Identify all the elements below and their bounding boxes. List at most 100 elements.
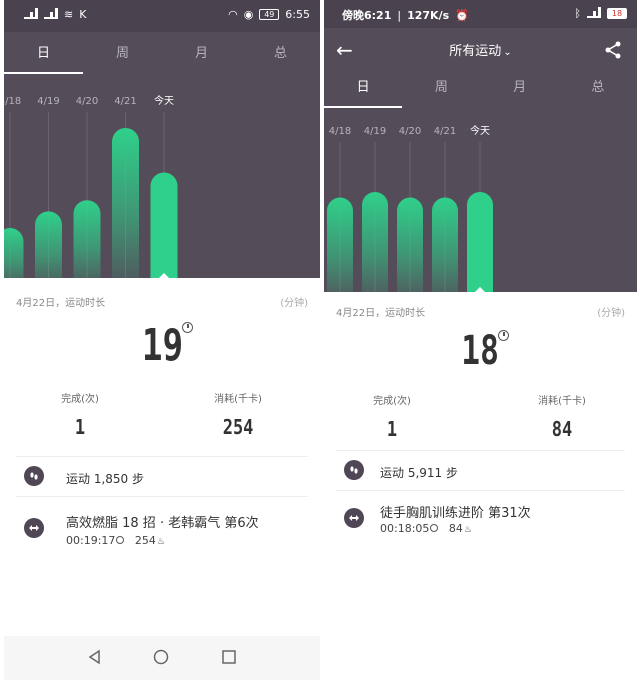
nav-bar: [4, 636, 320, 680]
flame-icon: ♨: [156, 537, 165, 547]
date-tick-label: 4/19: [364, 126, 386, 137]
stat-kcal: 消耗(千卡) 84: [538, 396, 586, 441]
status-sep: |: [397, 8, 402, 22]
date-label: 4月22日，运动时长: [16, 298, 106, 309]
clock-icon: [182, 322, 193, 333]
workout-icon: [24, 518, 44, 538]
wifi-icon: ≋: [64, 8, 74, 21]
bar-0[interactable]: [4, 228, 24, 278]
steps-text: 运动 1,850 步: [66, 472, 144, 486]
date-tick-label: 4/21: [114, 96, 136, 107]
tab-day[interactable]: 日: [4, 34, 83, 74]
stat-done: 完成(次) 1: [373, 396, 411, 441]
flame-icon: ♨: [463, 525, 472, 535]
workout-meta: 00:19:17 254♨: [66, 534, 165, 547]
workout-kcal: 84: [448, 522, 463, 535]
date-tick-label: 4/18: [329, 126, 351, 137]
date-tick-label: 4/19: [37, 96, 59, 107]
summary-section: 4月22日，运动时长 (分钟) 18 完成(次) 1 消耗(千卡) 84 运动 …: [324, 292, 637, 548]
daily-chart: 4/18 4/19 4/20 4/21 今天: [324, 114, 637, 292]
footprint-icon: [344, 460, 364, 480]
date-tick-label: 今天: [470, 124, 490, 137]
unit-label: (分钟): [280, 298, 308, 309]
workout-duration: 00:18:05: [380, 522, 430, 535]
home-nav-icon[interactable]: [152, 648, 170, 666]
workout-title[interactable]: 高效燃脂 18 招 · 老韩霸气 第6次: [66, 512, 259, 531]
footprint-icon: [24, 466, 44, 486]
tab-week[interactable]: 周: [402, 68, 480, 108]
recent-nav-icon[interactable]: [220, 648, 238, 666]
daily-chart: 4/18 4/19 4/20 4/21 今天: [4, 86, 320, 278]
status-left: ≋ K: [24, 8, 86, 21]
status-bar: ≋ K ◠ ◉ 49 6:55: [4, 0, 320, 32]
bar-2[interactable]: [73, 200, 101, 278]
workout-kcal: 254: [134, 534, 156, 547]
bar-chart: 4/18 4/19 4/20 4/21 今天: [327, 124, 493, 292]
tab-month[interactable]: 月: [481, 68, 559, 108]
header-title[interactable]: 所有运动 ⌄: [324, 40, 637, 59]
clock-small-icon: [116, 536, 125, 544]
app-bar: ← 所有运动 ⌄: [324, 30, 637, 72]
duration-value: 19: [141, 320, 183, 371]
signal-icon: [587, 7, 601, 18]
date-label: 4月22日，运动时长: [336, 308, 426, 319]
date-tick-label: 4/21: [434, 126, 456, 137]
eye-icon: ◉: [243, 8, 254, 21]
tab-total[interactable]: 总: [241, 34, 320, 74]
clock-icon: [498, 330, 509, 341]
bar-4[interactable]: [467, 192, 493, 292]
chevron-down-icon: ⌄: [503, 47, 512, 58]
alarm-icon: ⏰: [455, 8, 469, 22]
right-screen: 傍晚6:21 | 127K/s ⏰ ᛒ 18 ← 所有运动 ⌄ 日 周 月 总 4…: [324, 0, 637, 548]
divider: [16, 456, 308, 457]
tab-week[interactable]: 周: [83, 34, 162, 74]
bar-chart: 4/18 4/19 4/20 4/21 今天: [4, 94, 178, 278]
date-tick-label: 4/18: [4, 96, 21, 107]
status-left: 傍晚6:21 | 127K/s ⏰: [342, 7, 469, 23]
steps-text: 运动 5,911 步: [380, 466, 458, 480]
date-row: 4月22日，运动时长 (分钟): [16, 294, 308, 309]
status-time: 傍晚6:21: [342, 9, 392, 22]
bar-4[interactable]: [150, 172, 178, 278]
stat-kcal: 消耗(千卡) 254: [214, 394, 262, 439]
date-tick-label: 4/20: [76, 96, 98, 107]
bar-3[interactable]: [432, 197, 458, 292]
tab-day[interactable]: 日: [324, 68, 403, 108]
duration-value: 18: [461, 328, 500, 374]
headphone-icon: ◠: [228, 8, 238, 21]
net-speed: 127K/s: [407, 8, 450, 22]
clock-small-icon: [430, 524, 439, 532]
share-icon[interactable]: [601, 38, 625, 62]
bar-1[interactable]: [35, 211, 62, 278]
date-row: 4月22日，运动时长 (分钟): [336, 304, 625, 319]
status-bar: 傍晚6:21 | 127K/s ⏰ ᛒ 18: [324, 0, 637, 28]
bar-2[interactable]: [397, 197, 423, 292]
bar-0[interactable]: [327, 197, 353, 292]
back-nav-icon[interactable]: [86, 648, 104, 666]
workout-meta: 00:18:05 84♨: [380, 522, 472, 535]
signal-icon-2: [44, 8, 58, 19]
bar-3[interactable]: [112, 128, 139, 278]
divider: [336, 450, 625, 451]
workout-icon: [344, 508, 364, 528]
clock-time: 6:55: [285, 8, 310, 21]
workout-duration: 00:19:17: [66, 534, 116, 547]
k-icon: K: [79, 8, 87, 21]
battery-icon: 49: [259, 9, 280, 20]
signal-icon: [24, 8, 38, 19]
summary-section: 4月22日，运动时长 (分钟) 19 完成(次) 1 消耗(千卡) 254 运动…: [4, 278, 320, 680]
date-tick-label: 今天: [154, 94, 174, 107]
stat-done: 完成(次) 1: [61, 394, 99, 439]
unit-label: (分钟): [597, 308, 625, 319]
tab-total[interactable]: 总: [559, 68, 637, 108]
bar-1[interactable]: [362, 192, 388, 292]
left-screen: ≋ K ◠ ◉ 49 6:55 日 周 月 总 4/18 4/19 4/20 4/21…: [4, 0, 320, 680]
workout-title[interactable]: 徒手胸肌训练进阶 第31次: [380, 502, 531, 521]
divider-2: [16, 496, 308, 497]
period-tabs: 日 周 月 总: [4, 34, 320, 74]
bluetooth-icon: ᛒ: [574, 7, 581, 20]
date-tick-label: 4/20: [399, 126, 421, 137]
tab-month[interactable]: 月: [162, 34, 241, 74]
status-right: ◠ ◉ 49 6:55: [228, 8, 310, 21]
battery-icon: 18: [607, 8, 627, 19]
